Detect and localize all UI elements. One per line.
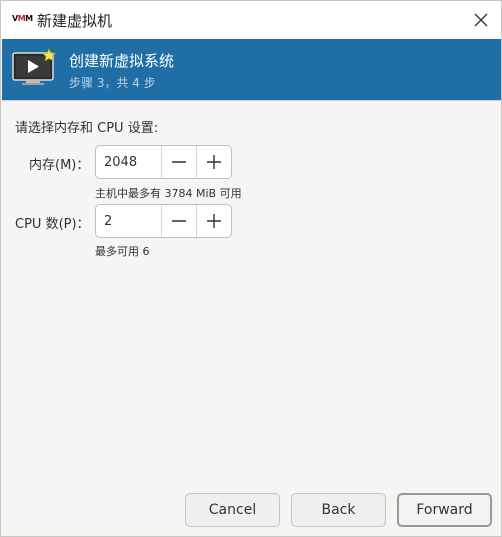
cpu-label: CPU 数(P)：	[15, 217, 90, 232]
memory-input[interactable]: 2048	[96, 146, 162, 178]
minus-icon	[171, 220, 186, 222]
wizard-title: 创建新虚拟系统	[69, 52, 175, 70]
cancel-button[interactable]: Cancel	[185, 493, 280, 527]
memory-decrement-button[interactable]	[162, 146, 197, 178]
cpu-input[interactable]: 2	[96, 205, 162, 237]
settings-prompt: 请选择内存和 CPU 设置:	[15, 121, 159, 136]
cpu-increment-button[interactable]	[196, 205, 231, 237]
close-button[interactable]	[467, 7, 495, 33]
close-icon	[474, 13, 488, 27]
minus-icon	[171, 161, 186, 163]
title-bar[interactable]: VMM 新建虚拟机	[1, 1, 501, 39]
cpu-decrement-button[interactable]	[162, 205, 197, 237]
memory-spinbutton[interactable]: 2048	[95, 145, 232, 179]
cpu-spinbutton[interactable]: 2	[95, 204, 232, 238]
forward-button[interactable]: Forward	[397, 493, 492, 527]
memory-increment-button[interactable]	[196, 146, 231, 178]
memory-hint: 主机中最多有 3784 MiB 可用	[95, 187, 242, 200]
window-title: 新建虚拟机	[37, 12, 113, 30]
monitor-star-icon	[12, 48, 57, 85]
plus-icon	[207, 155, 222, 169]
plus-icon	[207, 214, 222, 228]
new-vm-dialog: VMM 新建虚拟机 创建新虚拟系统 步骤 3，共 4 步 请选择内存和 CPU …	[0, 0, 502, 537]
memory-label: 内存(M)：	[29, 158, 90, 173]
wizard-step: 步骤 3，共 4 步	[69, 76, 156, 90]
cpu-hint: 最多可用 6	[95, 245, 150, 258]
back-button[interactable]: Back	[291, 493, 386, 527]
app-logo: VMM	[12, 14, 33, 23]
wizard-banner: 创建新虚拟系统 步骤 3，共 4 步	[2, 39, 501, 101]
